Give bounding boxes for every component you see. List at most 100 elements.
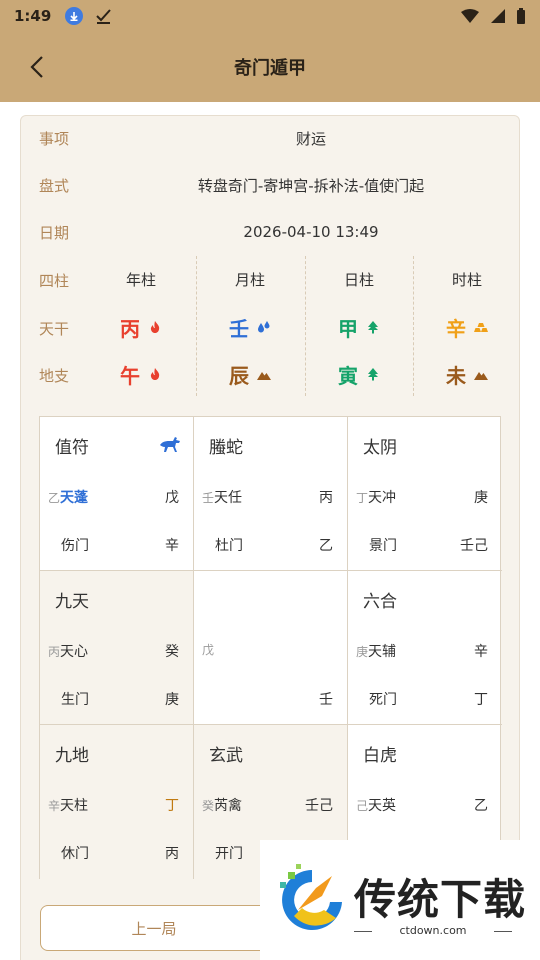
palace-earth-stem: 丁	[165, 798, 179, 814]
palace-cell[interactable]: 值符 乙天蓬 戊 伤门 辛	[40, 417, 194, 571]
pillar-divider	[305, 256, 306, 396]
palace-earth-stem: 乙	[474, 798, 488, 814]
palace-star: 天辅	[368, 644, 397, 660]
palace-god: 白虎	[363, 746, 397, 766]
shixiang-label: 事项	[39, 129, 70, 148]
pillar-header-year: 年柱	[125, 270, 156, 289]
palace-stem: 壬	[202, 491, 215, 505]
pillar-label: 四柱	[39, 272, 70, 290]
back-button[interactable]	[22, 52, 52, 82]
palace-god: 六合	[363, 592, 397, 612]
prev-round-button[interactable]: 上一局	[40, 905, 268, 951]
palace-door: 伤门	[61, 538, 89, 554]
dizhi-label: 地支	[39, 367, 70, 385]
pillar-header-month: 月柱	[234, 270, 265, 289]
palace-hidden-stem: 乙	[319, 538, 333, 554]
palace-earth-stem: 庚	[474, 490, 488, 506]
water-icon	[258, 321, 270, 333]
signal-icon	[491, 9, 505, 23]
wifi-icon	[461, 9, 479, 23]
chevron-left-icon	[30, 56, 43, 78]
battery-icon	[517, 7, 525, 24]
palace-cell[interactable]: 太阴 丁天冲 庚 景门 壬己	[348, 417, 502, 571]
mountain-icon	[257, 372, 271, 380]
palace-door: 死门	[369, 692, 397, 708]
fire-icon	[150, 368, 160, 380]
palace-hidden-stem: 壬己	[460, 538, 488, 554]
page-title: 奇门遁甲	[234, 58, 306, 79]
pillar-header-row: 四柱 年柱 月柱 日柱 时柱	[21, 259, 521, 299]
status-bar: 1:49	[0, 0, 540, 32]
palace-cell[interactable]: 螣蛇 壬天任 丙 杜门 乙	[194, 417, 348, 571]
palace-stem: 庚	[356, 645, 369, 659]
dizhi-hour: 未	[446, 363, 466, 388]
app-header: 1:49 奇门遁甲	[0, 0, 540, 102]
horse-icon	[160, 437, 180, 452]
info-row-panshi: 盘式 转盘奇门-寄坤宫-拆补法-值使门起	[21, 170, 521, 200]
download-icon	[65, 7, 84, 25]
palace-hidden-stem: 辛	[165, 538, 179, 554]
dizhi-year: 午	[120, 363, 140, 388]
palace-door: 休门	[61, 846, 89, 862]
mountain-icon	[474, 372, 488, 380]
info-row-riqi: 日期 2026-04-10 13:49	[21, 217, 521, 247]
check-icon	[96, 9, 112, 24]
panshi-value: 转盘奇门-寄坤宫-拆补法-值使门起	[197, 176, 425, 195]
pillar-divider	[413, 256, 414, 396]
palace-earth-stem: 壬己	[305, 798, 333, 814]
palace-hidden-stem: 丁	[474, 692, 488, 708]
tiangan-hour: 辛	[446, 316, 466, 341]
palace-cell[interactable]: 九地 辛天柱 丁 休门 丙	[40, 725, 194, 879]
palace-star: 天英	[368, 798, 397, 814]
watermark-text: 传统下载	[354, 875, 527, 924]
palace-stem: 丁	[356, 491, 369, 505]
palace-star: 天柱	[60, 798, 89, 814]
tree-icon	[368, 321, 378, 334]
palace-earth-stem: 癸	[165, 644, 179, 660]
riqi-value: 2026-04-10 13:49	[243, 223, 379, 241]
palace-stem: 乙	[48, 491, 61, 505]
palace-stem: 癸	[202, 799, 215, 813]
title-bar: 奇门遁甲	[0, 40, 540, 94]
status-time: 1:49	[14, 7, 52, 25]
palace-door: 景门	[369, 538, 397, 554]
palace-star: 天蓬	[60, 490, 89, 506]
dizhi-day: 寅	[338, 363, 358, 388]
tiangan-year: 丙	[120, 316, 140, 341]
palace-god: 玄武	[209, 746, 243, 766]
palace-god: 螣蛇	[209, 438, 243, 458]
nine-palace-grid: 值符 乙天蓬 戊 伤门 辛 螣蛇 壬天任 丙 杜门 乙 太阴 丁天冲 庚 景门 …	[39, 416, 502, 879]
palace-door: 生门	[61, 692, 89, 708]
tiangan-day: 甲	[338, 316, 358, 341]
palace-stem: 辛	[48, 799, 61, 813]
palace-stem: 己	[356, 799, 369, 813]
palace-earth-stem: 丙	[319, 490, 333, 506]
palace-star: 天心	[60, 644, 89, 660]
fire-icon	[150, 321, 160, 333]
palace-stem: 戊	[202, 643, 215, 657]
ctdown-logo-icon	[280, 864, 342, 930]
palace-cell-center[interactable]: 戊 壬	[194, 571, 348, 725]
watermark-url: ctdown.com	[354, 924, 512, 937]
dizhi-month: 辰	[229, 363, 249, 388]
riqi-label: 日期	[39, 223, 70, 242]
tree-icon	[368, 368, 378, 381]
palace-door: 杜门	[215, 538, 243, 554]
palace-cell[interactable]: 六合 庚天辅 辛 死门 丁	[348, 571, 502, 725]
palace-star: 芮禽	[214, 798, 243, 814]
panshi-label: 盘式	[39, 176, 70, 195]
tiangan-row: 天干 丙 壬 甲 辛	[21, 307, 521, 347]
dizhi-row: 地支 午 辰 寅 未	[21, 354, 521, 394]
info-row-shixiang: 事项 财运	[21, 123, 521, 153]
tiangan-month: 壬	[229, 316, 249, 341]
palace-hidden-stem: 壬	[319, 692, 333, 708]
shixiang-value: 财运	[295, 129, 326, 148]
palace-god: 太阴	[363, 438, 397, 458]
palace-god: 九地	[55, 746, 89, 766]
palace-cell[interactable]: 九天 丙天心 癸 生门 庚	[40, 571, 194, 725]
status-icons	[460, 7, 526, 25]
palace-earth-stem: 辛	[474, 644, 488, 660]
gold-icon	[474, 323, 488, 332]
palace-stem: 丙	[48, 645, 61, 659]
palace-hidden-stem: 丙	[165, 846, 179, 862]
